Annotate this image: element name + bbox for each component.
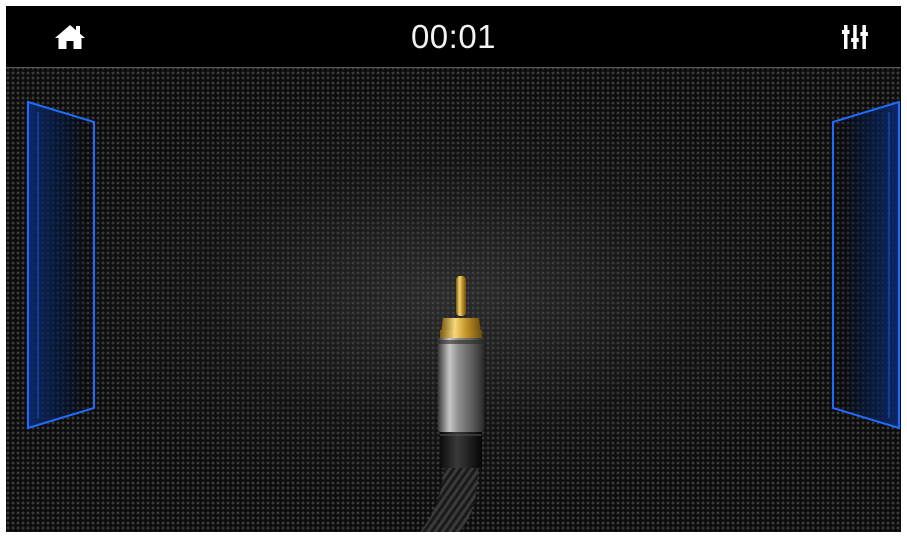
left-panel-icon — [27, 100, 95, 430]
next-panel[interactable] — [831, 100, 901, 430]
clock: 00:01 — [410, 18, 497, 55]
home-button[interactable] — [50, 20, 90, 54]
equalizer-button[interactable] — [835, 20, 875, 54]
aux-input-screen: 00:01 — [6, 6, 901, 532]
rca-cable-icon — [420, 276, 484, 532]
right-panel-icon — [832, 100, 900, 430]
home-icon — [55, 25, 85, 49]
previous-panel[interactable] — [26, 100, 96, 430]
equalizer-icon — [842, 25, 868, 49]
top-bar: 00:01 — [6, 6, 901, 68]
